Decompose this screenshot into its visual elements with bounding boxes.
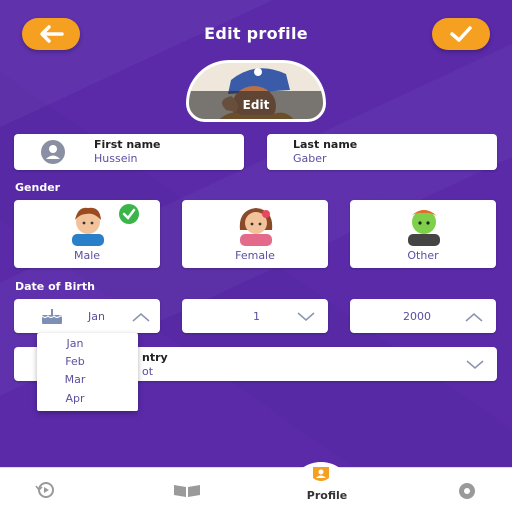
month-option-mar[interactable]: Mar	[37, 373, 113, 386]
country-value: ot	[142, 365, 154, 378]
month-option-jan[interactable]: Jan	[37, 337, 113, 350]
gender-option-male[interactable]: Male	[14, 200, 160, 268]
dob-year-select[interactable]: 2000	[350, 299, 496, 333]
profile-avatar[interactable]: Edit	[186, 60, 326, 122]
gender-label-other: Other	[407, 249, 439, 262]
first-name-label: First name	[94, 138, 161, 151]
bottom-navigation	[0, 467, 512, 512]
history-icon[interactable]	[33, 481, 59, 499]
last-name-value: Gaber	[293, 152, 327, 165]
girl-avatar-icon	[239, 208, 273, 246]
country-label: ntry	[142, 351, 168, 364]
dob-month-select[interactable]: Jan	[14, 299, 160, 333]
chevron-down-icon	[466, 360, 484, 369]
dob-day-value: 1	[253, 310, 260, 323]
chevron-up-icon	[465, 313, 483, 322]
tab-profile-label: Profile	[306, 489, 348, 502]
first-name-field[interactable]: First name Hussein	[14, 134, 244, 170]
chevron-up-icon	[132, 313, 150, 322]
book-icon[interactable]	[172, 482, 202, 498]
save-button[interactable]	[432, 18, 490, 50]
chevron-down-icon	[297, 312, 315, 321]
profile-badge-icon	[313, 467, 329, 481]
dob-section-label: Date of Birth	[15, 280, 95, 293]
gender-option-female[interactable]: Female	[182, 200, 328, 268]
settings-icon[interactable]	[456, 480, 478, 502]
last-name-label: Last name	[293, 138, 358, 151]
month-dropdown-list: Jan Feb Mar Apr	[37, 333, 138, 411]
avatar-edit-label: Edit	[189, 91, 323, 119]
boy-avatar-icon	[72, 207, 104, 246]
cake-icon	[41, 309, 62, 324]
gender-label-male: Male	[73, 249, 101, 262]
month-option-feb[interactable]: Feb	[37, 355, 113, 368]
gender-option-other[interactable]: Other	[350, 200, 496, 268]
alien-avatar-icon	[408, 210, 440, 246]
gender-section-label: Gender	[15, 181, 61, 194]
selected-check-icon	[119, 204, 139, 224]
gender-label-female: Female	[235, 249, 275, 262]
last-name-field[interactable]: Last name Gaber	[267, 134, 497, 170]
dob-day-select[interactable]: 1	[182, 299, 328, 333]
dob-year-value: 2000	[403, 310, 431, 323]
user-icon	[41, 140, 65, 164]
first-name-value: Hussein	[94, 152, 138, 165]
dob-month-value: Jan	[88, 310, 105, 323]
checkmark-icon	[450, 26, 472, 42]
month-option-apr[interactable]: Apr	[37, 392, 113, 405]
